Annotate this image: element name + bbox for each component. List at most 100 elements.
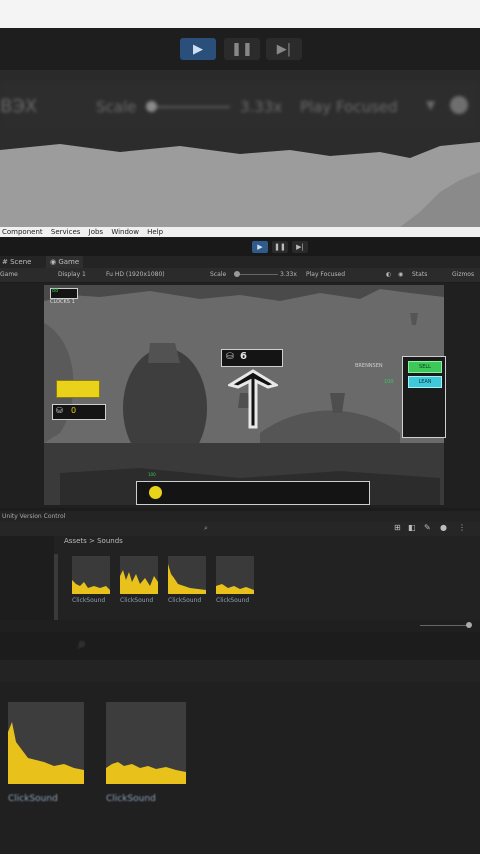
display-dropdown[interactable]: Display 1 [58,268,86,282]
pause-icon: ❚❚ [231,41,253,57]
collab-icon[interactable]: ⊞ [394,523,401,532]
progress-bar [136,481,370,505]
zoom-scale-slider[interactable] [150,106,230,108]
resolution-dropdown[interactable]: Fu HD (1920x1080) [106,268,165,282]
tree-scrollbar[interactable] [54,554,58,624]
scene-icon: # [2,258,8,266]
waveform-icon [216,584,254,594]
upgrade-button[interactable]: LEAN [408,376,442,388]
asset-thumb[interactable] [72,556,110,594]
zoom-game-toolbar: ВЭХ Scale 3.33x Play Focused ▼ [0,80,480,132]
project-browser: Assets > Sounds ClickSound ClickSound Cl… [0,536,480,628]
pickaxe-counter: ⛁ 6 [221,349,283,367]
resources-value: 100 [384,379,394,385]
menu-item-window[interactable]: Window [111,228,139,236]
menu-item-component[interactable]: Component [2,228,43,236]
zoom-asset-label[interactable]: ClickSound [106,794,156,804]
asset-label[interactable]: ClickSound [120,597,153,604]
play-toolbar [0,238,480,256]
zoom-search-bar: ⌕ [0,632,480,660]
zoom-play-focused[interactable]: Play Focused [300,98,398,116]
stats-icon[interactable]: ◉ [398,268,403,282]
game-view-toolbar: Game Display 1 Fu HD (1920x1080) Scale 3… [0,268,480,282]
zoom-asset-thumb[interactable] [8,702,84,784]
gold-count: 0 [71,406,77,415]
step-icon: ▶| [276,41,292,57]
version-control-bar: Unity Version Control [0,511,480,522]
eye-icon[interactable]: ⋮ [458,523,466,532]
zoom-scene-shapes [0,132,480,227]
menu-bar: Component Services Jobs Window Help [0,227,480,237]
tab-game[interactable]: ◉ Game [46,256,84,268]
tab-game-label: Game [58,258,80,266]
project-tree[interactable] [0,536,54,628]
audio-icon[interactable] [450,96,468,114]
pause-button[interactable]: ❚❚ [272,241,288,253]
tab-scene[interactable]: # Scene [2,256,31,268]
zoom-scale-value: 3.33x [240,98,283,116]
clock-badge-value: 88 [52,288,59,294]
tag-icon[interactable]: ✎ [424,523,431,532]
project-footer [0,620,480,632]
breadcrumb[interactable]: Assets > Sounds [64,537,123,545]
asset-label[interactable]: ClickSound [168,597,201,604]
label-icon[interactable]: ◧ [408,523,416,532]
search-icon[interactable]: ⌕ [78,636,86,652]
waveform-icon [168,564,206,594]
game-dropdown[interactable]: Game [0,268,18,282]
zoom-asset-label[interactable]: ClickSound [8,794,58,804]
zoomed-toolbar-region: ▶ ❚❚ ▶| ВЭХ Scale 3.33x Play Focused ▼ C… [0,0,480,237]
clock-badge: 88 [50,288,78,299]
thumb-size-handle[interactable] [466,622,472,628]
scale-label: Scale [210,271,227,278]
pickaxe-icon[interactable] [228,369,278,431]
asset-label[interactable]: ClickSound [72,597,105,604]
star-icon[interactable]: ● [440,523,447,532]
zoomed-project-region: ⌕ ClickSound ClickSound [0,632,480,854]
scale-slider[interactable] [236,274,278,275]
vcs-label[interactable]: Unity Version Control [2,513,65,520]
zoom-play-button[interactable]: ▶ [180,38,216,60]
zoom-white-strip [0,0,480,28]
step-icon: ▶| [296,243,304,251]
stats-label[interactable]: Stats [412,268,427,282]
zoom-step-button[interactable]: ▶| [266,38,302,60]
play-button[interactable]: ▶ [252,241,268,253]
bag-icon: ⛁ [56,406,63,415]
asset-thumb[interactable] [216,556,254,594]
project-toolbar: ⌕ ⊞ ◧ ✎ ● ⋮ [0,522,480,536]
zoom-asset-thumb[interactable] [106,702,186,784]
menu-item-services[interactable]: Services [51,228,81,236]
scale-handle[interactable] [234,271,240,277]
pause-icon: ❚❚ [274,243,286,251]
step-button[interactable]: ▶| [292,241,308,253]
zoom-left-text: ВЭХ [0,96,38,117]
menu-item-jobs[interactable]: Jobs [89,228,103,236]
asset-label[interactable]: ClickSound [216,597,249,604]
asset-thumb[interactable] [168,556,206,594]
zoom-pause-button[interactable]: ❚❚ [224,38,260,60]
clock-label: CLOCKS 1 [50,299,75,305]
asset-thumb[interactable] [120,556,158,594]
zoom-scale-label: Scale [96,98,137,116]
zoom-separator [0,660,480,682]
search-icon[interactable]: ⌕ [204,524,208,533]
menu-item-help[interactable]: Help [147,228,163,236]
progress-label: 100 [148,472,156,477]
zoom-scene-preview [0,132,480,227]
waveform-icon [72,580,110,594]
play-icon: ▶ [257,243,263,251]
gold-counter: ⛁ 0 [52,404,106,420]
play-icon: ▶ [193,41,203,57]
tab-scene-label: Scene [10,258,32,266]
mute-icon[interactable]: ◐ [386,268,391,282]
resources-label: BRENNSEN [355,363,383,369]
zoom-scale-handle[interactable] [146,101,157,112]
game-view[interactable]: 88 CLOCKS 1 ⛁ 0 ⛁ 6 BRENNSEN 100 SELL LE… [0,283,480,508]
gizmos-dropdown[interactable]: Gizmos [452,268,474,282]
game-icon: ◉ [50,258,57,266]
sell-button[interactable]: SELL [408,361,442,373]
play-focused-dropdown[interactable]: Play Focused [306,268,345,282]
thumb-size-slider[interactable] [420,625,470,626]
chevron-down-icon: ▼ [426,98,436,112]
